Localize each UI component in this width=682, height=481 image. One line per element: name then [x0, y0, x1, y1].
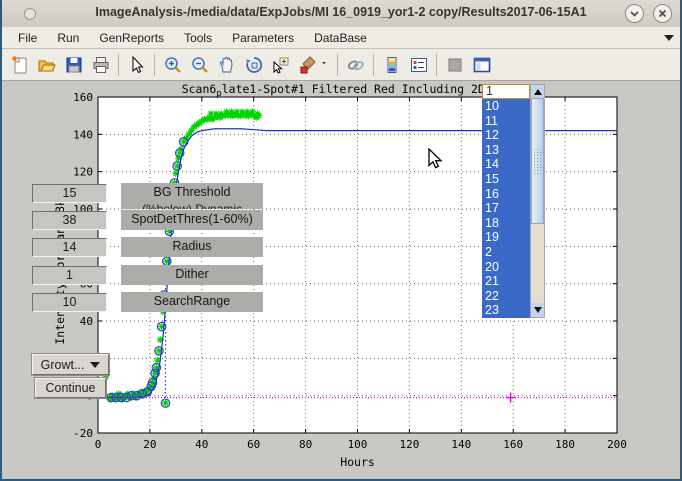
listbox-item[interactable]: 23 — [482, 303, 530, 318]
y-axis-label: Intensity Norm and Bkgd — [53, 185, 67, 344]
param-label-dither: Dither — [121, 265, 263, 285]
continue-button-label: Continue — [45, 381, 95, 395]
svg-text:160: 160 — [73, 91, 93, 104]
svg-text:20: 20 — [143, 438, 156, 451]
param-label-bg-threshold: BG Threshold — [121, 183, 263, 203]
listbox-item[interactable]: 18 — [482, 216, 530, 231]
x-axis-label: Hours — [340, 455, 375, 469]
param-label-spotdetthres-1-60-: SpotDetThres(1-60%) — [121, 210, 263, 230]
param-value-bg-threshold[interactable]: 15 — [32, 184, 107, 203]
listbox-item[interactable]: 10 — [482, 99, 530, 114]
thumb-grip-icon — [533, 148, 542, 174]
listbox-item[interactable]: 14 — [482, 157, 530, 172]
param-value-searchrange[interactable]: 10 — [32, 293, 107, 312]
listbox-item[interactable]: 21 — [482, 274, 530, 289]
svg-text:140: 140 — [451, 438, 471, 451]
listbox-item[interactable]: 20 — [482, 260, 530, 275]
listbox-item[interactable]: 11 — [482, 114, 530, 129]
listbox-item[interactable]: 22 — [482, 289, 530, 304]
listbox-item[interactable]: 16 — [482, 187, 530, 202]
listbox-item[interactable]: 2 — [482, 245, 530, 260]
listbox-item[interactable]: 12 — [482, 128, 530, 143]
svg-text:140: 140 — [73, 128, 93, 141]
svg-text:100: 100 — [348, 438, 368, 451]
chevron-down-icon — [90, 362, 100, 368]
svg-text:200: 200 — [607, 438, 627, 451]
scrollbar-thumb[interactable] — [531, 98, 544, 224]
mouse-cursor-icon — [428, 148, 444, 170]
svg-text:80: 80 — [299, 438, 312, 451]
listbox-selected-row[interactable]: 1 — [482, 84, 530, 99]
svg-text:-20: -20 — [73, 427, 93, 440]
svg-text:60: 60 — [247, 438, 260, 451]
growth-dropdown-button[interactable]: Growt... — [32, 354, 109, 375]
svg-text:40: 40 — [80, 315, 93, 328]
listbox-item[interactable]: 17 — [482, 201, 530, 216]
svg-text:120: 120 — [399, 438, 419, 451]
svg-text:180: 180 — [555, 438, 575, 451]
param-label-searchrange: SearchRange — [121, 292, 263, 312]
svg-text:160: 160 — [503, 438, 523, 451]
listbox-item[interactable]: 19 — [482, 230, 530, 245]
svg-text:40: 40 — [195, 438, 208, 451]
param-sublabel-clipped: (%below) Dynamic — [121, 203, 263, 209]
triangle-down-icon — [534, 307, 542, 313]
continue-button[interactable]: Continue — [35, 378, 106, 398]
param-value-radius[interactable]: 14 — [32, 238, 107, 257]
listbox-item[interactable]: 15 — [482, 172, 530, 187]
param-value-spotdetthres-1-60-[interactable]: 38 — [32, 211, 107, 230]
param-label-radius: Radius — [121, 237, 263, 257]
svg-text:0: 0 — [95, 438, 102, 451]
param-value-dither[interactable]: 1 — [32, 266, 107, 285]
scroll-up-button[interactable] — [531, 85, 544, 98]
scroll-down-button[interactable] — [531, 303, 544, 317]
spot-listbox: 1 10111213141516171819220212223 — [482, 84, 545, 318]
growth-dropdown-label: Growt... — [41, 358, 85, 372]
listbox-item[interactable]: 13 — [482, 143, 530, 158]
svg-text:120: 120 — [73, 166, 93, 179]
triangle-up-icon — [534, 89, 542, 95]
app-window: ImageAnalysis-/media/data/ExpJobs/MI 16_… — [0, 0, 682, 481]
listbox-scrollbar[interactable] — [530, 84, 545, 318]
